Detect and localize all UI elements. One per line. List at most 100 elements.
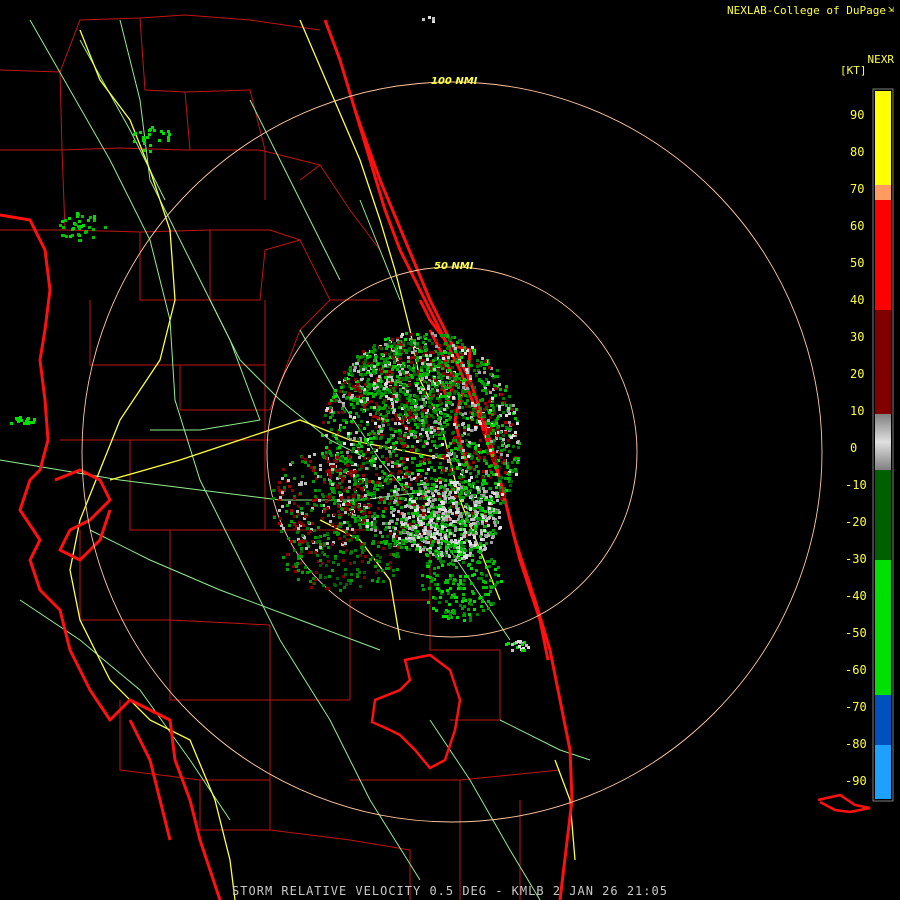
echo-pixel — [323, 478, 326, 481]
echo-pixel — [482, 413, 485, 416]
echo-pixel — [466, 381, 469, 384]
echo-pixel — [366, 397, 369, 400]
echo-pixel — [348, 392, 351, 395]
echo-pixel — [395, 352, 398, 355]
echo-pixel — [440, 334, 443, 337]
echo-pixel — [461, 600, 464, 603]
echo-pixel — [373, 523, 376, 526]
echo-pixel — [281, 491, 284, 494]
echo-pixel — [463, 528, 466, 531]
echo-pixel — [372, 540, 375, 543]
echo-pixel — [356, 538, 359, 541]
echo-pixel — [473, 369, 476, 372]
echo-pixel — [434, 597, 437, 600]
echo-pixel — [384, 542, 387, 545]
echo-pixel — [501, 424, 504, 427]
echo-pixel — [464, 486, 467, 489]
echo-pixel — [293, 477, 296, 480]
echo-pixel — [16, 418, 19, 421]
echo-pixel — [444, 395, 447, 398]
echo-pixel — [453, 578, 456, 581]
echo-pixel — [451, 488, 454, 491]
echo-pixel — [464, 524, 467, 527]
echo-pixel — [486, 442, 489, 445]
echo-pixel — [467, 564, 470, 567]
echo-pixel — [32, 421, 35, 424]
echo-pixel — [427, 565, 430, 568]
echo-pixel — [300, 555, 303, 558]
echo-pixel — [338, 516, 341, 519]
echo-pixel — [325, 564, 328, 567]
echo-pixel — [465, 452, 468, 455]
echo-pixel — [416, 464, 419, 467]
echo-pixel — [310, 586, 313, 589]
echo-pixel — [392, 574, 395, 577]
echo-pixel — [387, 567, 390, 570]
echo-pixel — [502, 501, 505, 504]
echo-pixel — [500, 393, 503, 396]
echo-pixel — [414, 411, 417, 414]
echo-pixel — [444, 362, 447, 365]
echo-pixel — [420, 535, 423, 538]
echo-pixel — [148, 133, 151, 136]
echo-pixel — [431, 383, 434, 386]
echo-pixel — [319, 574, 322, 577]
echo-pixel — [389, 455, 392, 458]
echo-pixel — [401, 333, 404, 336]
echo-pixel — [405, 405, 408, 408]
echo-pixel — [419, 497, 422, 500]
echo-pixel — [477, 577, 480, 580]
echo-pixel — [511, 643, 514, 646]
echo-pixel — [462, 496, 465, 499]
echo-pixel — [380, 380, 383, 383]
echo-pixel — [454, 350, 457, 353]
echo-pixel — [404, 338, 407, 341]
echo-pixel — [437, 376, 440, 379]
echo-pixel — [356, 573, 359, 576]
echo-pixel — [488, 502, 491, 505]
echo-pixel — [304, 566, 307, 569]
echo-pixel — [422, 18, 425, 21]
echo-pixel — [428, 339, 431, 342]
echo-pixel — [503, 490, 506, 493]
echo-pixel — [391, 465, 394, 468]
echo-pixel — [482, 494, 485, 497]
echo-pixel — [376, 488, 379, 491]
echo-pixel — [490, 440, 493, 443]
echo-pixel — [342, 559, 345, 562]
echo-pixel — [419, 439, 422, 442]
echo-pixel — [464, 352, 467, 355]
echo-pixel — [379, 465, 382, 468]
echo-pixel — [93, 217, 96, 220]
echo-pixel — [477, 560, 480, 563]
echo-pixel — [470, 603, 473, 606]
echo-pixel — [445, 518, 448, 521]
echo-pixel — [370, 441, 373, 444]
echo-pixel — [446, 488, 449, 491]
echo-pixel — [505, 426, 508, 429]
echo-pixel — [422, 588, 425, 591]
echo-pixel — [410, 343, 413, 346]
echo-pixel — [347, 496, 350, 499]
echo-pixel — [387, 361, 390, 364]
echo-pixel — [465, 539, 468, 542]
echo-pixel — [478, 448, 481, 451]
echo-pixel — [445, 515, 448, 518]
echo-pixel — [433, 514, 436, 517]
echo-pixel — [444, 342, 447, 345]
echo-pixel — [458, 463, 461, 466]
echo-pixel — [423, 372, 426, 375]
echo-pixel — [362, 512, 365, 515]
echo-pixel — [386, 482, 389, 485]
echo-pixel — [429, 560, 432, 563]
echo-pixel — [506, 466, 509, 469]
echo-pixel — [442, 372, 445, 375]
echo-pixel — [424, 345, 427, 348]
echo-pixel — [446, 423, 449, 426]
echo-pixel — [507, 410, 510, 413]
echo-pixel — [496, 499, 499, 502]
echo-pixel — [362, 474, 365, 477]
echo-pixel — [384, 528, 387, 531]
echo-pixel — [483, 418, 486, 421]
echo-pixel — [451, 512, 454, 515]
